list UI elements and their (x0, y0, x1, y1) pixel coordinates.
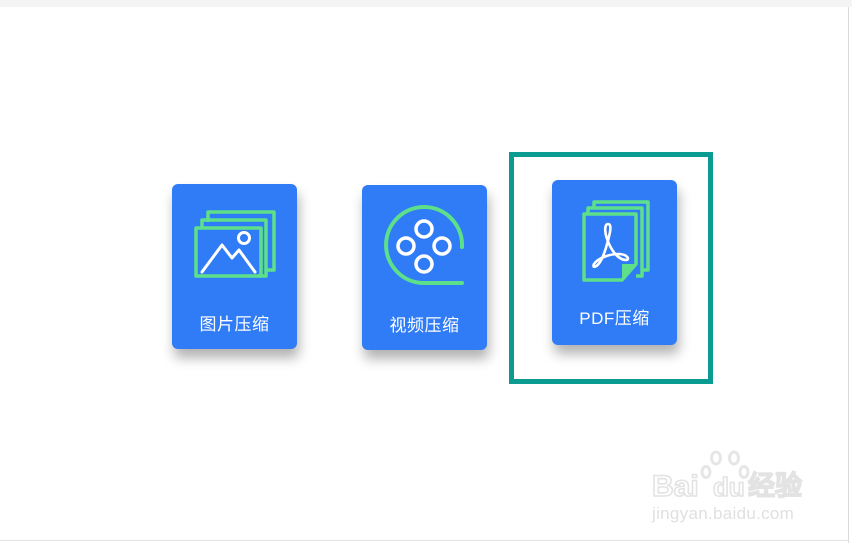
image-stack-icon (194, 210, 276, 278)
video-compress-label: 视频压缩 (389, 316, 460, 335)
watermark-brand-suffix: du (713, 472, 745, 502)
video-compress-button[interactable]: 视频压缩 (362, 185, 487, 350)
top-strip (0, 0, 852, 7)
watermark-brand: Bai (652, 470, 699, 503)
image-compress-label: 图片压缩 (199, 315, 270, 334)
watermark-url: jingyan.baidu.com (652, 504, 795, 523)
watermark-brand-cn: 经验 (748, 470, 802, 502)
bottom-border (0, 540, 849, 541)
compression-tool-page: 图片压缩 视频压缩 PDF压缩 Bai du 经验 jingyan.baidu.… (0, 0, 852, 543)
highlight-box (509, 152, 713, 384)
film-reel-icon (384, 205, 465, 285)
image-compress-button[interactable]: 图片压缩 (172, 184, 297, 349)
right-border (848, 7, 849, 543)
